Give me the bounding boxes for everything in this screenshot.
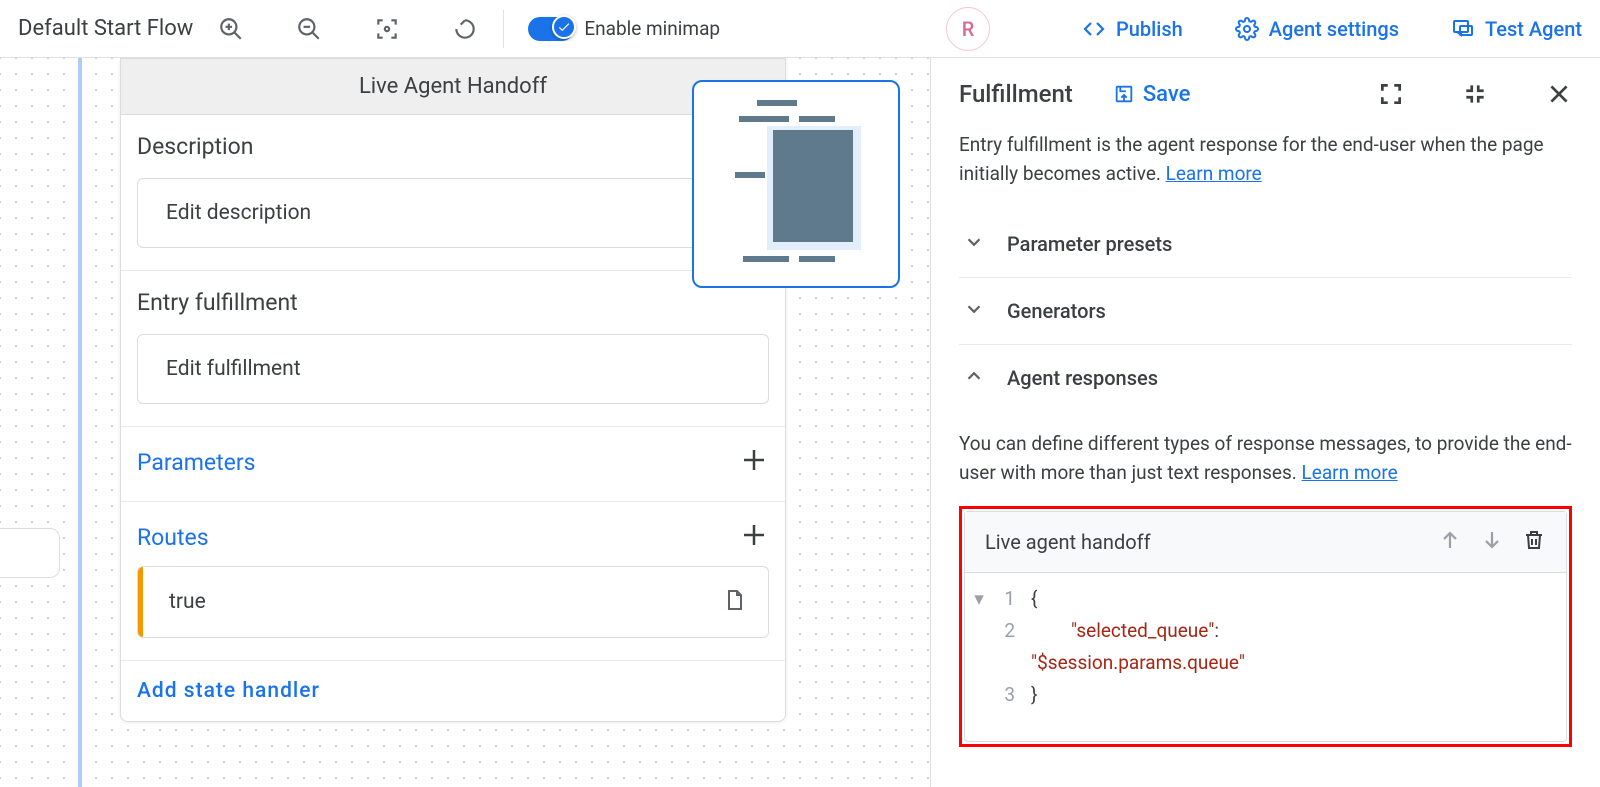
- accordion-label: Parameter presets: [1007, 232, 1172, 256]
- generators-accordion[interactable]: Generators: [959, 278, 1572, 345]
- accordion-label: Agent responses: [1007, 366, 1158, 390]
- node-header[interactable]: Live Agent Handoff: [121, 59, 785, 115]
- learn-more-link[interactable]: Learn more: [1166, 162, 1262, 185]
- agent-settings-button[interactable]: Agent settings: [1235, 17, 1399, 41]
- line-number: 1: [993, 583, 1015, 615]
- entry-fulfillment-heading: Entry fulfillment: [137, 289, 769, 316]
- close-icon[interactable]: [1546, 81, 1572, 107]
- avatar[interactable]: R: [946, 7, 990, 51]
- page-node[interactable]: Live Agent Handoff Description Edit desc…: [120, 58, 786, 722]
- description-heading: Description: [137, 133, 769, 160]
- add-parameter-button[interactable]: [739, 445, 769, 479]
- fold-toggle-icon[interactable]: ▾: [974, 587, 984, 610]
- panel-description: Entry fulfillment is the agent response …: [959, 130, 1572, 189]
- chevron-down-icon: [963, 298, 985, 324]
- code-editor[interactable]: ▾ 1 2 3 { "selected_queue": "$session.pa…: [965, 573, 1566, 741]
- node-title: Live Agent Handoff: [359, 74, 547, 99]
- agent-responses-accordion[interactable]: Agent responses: [959, 345, 1572, 411]
- fullscreen-icon[interactable]: [1378, 81, 1404, 107]
- add-state-handler-button[interactable]: Add state handler: [121, 661, 785, 721]
- save-label: Save: [1143, 82, 1191, 107]
- move-down-icon[interactable]: [1480, 528, 1504, 556]
- route-item[interactable]: true: [137, 566, 769, 638]
- page-icon: [722, 588, 746, 616]
- learn-more-link[interactable]: Learn more: [1302, 461, 1398, 484]
- test-agent-button[interactable]: Test Agent: [1451, 17, 1582, 41]
- chevron-down-icon: [963, 231, 985, 257]
- reset-icon[interactable]: [451, 15, 479, 43]
- parameter-presets-accordion[interactable]: Parameter presets: [959, 211, 1572, 278]
- save-icon: [1113, 83, 1135, 105]
- panel-title: Fulfillment: [959, 80, 1073, 108]
- delete-icon[interactable]: [1522, 528, 1546, 556]
- route-status-bar: [138, 567, 143, 637]
- response-card: Live agent handoff ▾ 1 2 3 { "se: [964, 511, 1567, 742]
- routes-heading[interactable]: Routes: [137, 524, 209, 551]
- route-condition: true: [169, 590, 722, 614]
- agent-settings-label: Agent settings: [1269, 17, 1399, 41]
- zoom-in-icon[interactable]: [217, 15, 245, 43]
- code-icon: [1082, 17, 1106, 41]
- parameters-heading[interactable]: Parameters: [137, 449, 256, 476]
- minimap[interactable]: [692, 80, 900, 288]
- minimap-toggle[interactable]: [528, 17, 574, 41]
- code-content[interactable]: { "selected_queue": "$session.params.que…: [1023, 583, 1566, 711]
- response-card-title: Live agent handoff: [985, 530, 1420, 554]
- responses-description: You can define different types of respon…: [959, 429, 1572, 488]
- gear-icon: [1235, 17, 1259, 41]
- edit-fulfillment-button[interactable]: Edit fulfillment: [137, 334, 769, 404]
- chat-icon: [1451, 17, 1475, 41]
- zoom-out-icon[interactable]: [295, 15, 323, 43]
- fit-icon[interactable]: [373, 15, 401, 43]
- accordion-label: Generators: [1007, 299, 1106, 323]
- line-number: 2: [993, 615, 1015, 647]
- move-up-icon[interactable]: [1438, 528, 1462, 556]
- flow-title: Default Start Flow: [18, 16, 193, 41]
- test-agent-label: Test Agent: [1485, 17, 1582, 41]
- edit-description-button[interactable]: Edit description: [137, 178, 769, 248]
- highlight-annotation: Live agent handoff ▾ 1 2 3 { "se: [959, 506, 1572, 747]
- line-number: 3: [993, 679, 1015, 711]
- publish-label: Publish: [1116, 17, 1183, 41]
- drawer-handle[interactable]: [0, 528, 60, 578]
- chevron-up-icon: [963, 365, 985, 391]
- save-button[interactable]: Save: [1113, 82, 1191, 107]
- add-route-button[interactable]: [739, 520, 769, 554]
- minimap-toggle-label: Enable minimap: [584, 17, 720, 40]
- exit-fullscreen-icon[interactable]: [1462, 81, 1488, 107]
- divider: [503, 10, 504, 48]
- publish-button[interactable]: Publish: [1082, 17, 1183, 41]
- flow-edge: [78, 58, 82, 787]
